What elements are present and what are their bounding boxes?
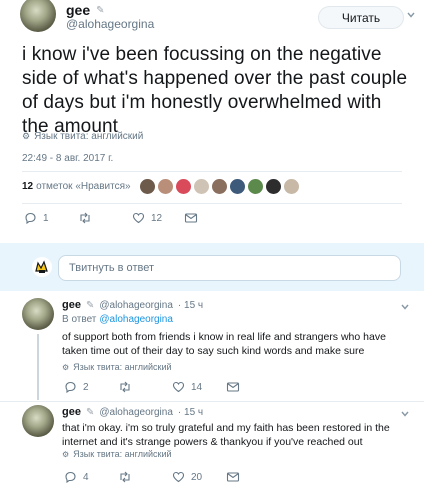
author-handle[interactable]: @alohageorgina: [66, 17, 154, 31]
tweet-timestamp[interactable]: 22:49 - 8 авг. 2017 г.: [22, 153, 113, 164]
divider: [0, 401, 424, 402]
divider: [22, 203, 402, 204]
reply-time[interactable]: · 15 ч: [178, 407, 203, 418]
reply-avatar[interactable]: [22, 405, 54, 437]
reply-count: 4: [83, 471, 89, 483]
like-count: 14: [191, 381, 203, 393]
likes-summary[interactable]: 12 отметок «Нравится»: [22, 181, 131, 192]
like-count: 20: [191, 471, 203, 483]
retweet-icon: [120, 471, 130, 483]
liker-avatar[interactable]: [140, 179, 155, 194]
retweet-action[interactable]: [118, 471, 138, 483]
in-reply-to-prefix: В ответ: [62, 314, 97, 325]
retweet-icon: [80, 212, 90, 224]
like-action[interactable]: 14: [172, 381, 202, 393]
likes-label: отметок «Нравится»: [36, 181, 131, 192]
reply-avatar[interactable]: [22, 298, 54, 330]
reply-text: that i'm okay. i'm so truly grateful and…: [62, 422, 390, 448]
liker-avatar[interactable]: [176, 179, 191, 194]
like-count: 12: [151, 212, 163, 224]
author-avatar[interactable]: [20, 0, 56, 32]
liker-avatar[interactable]: [248, 179, 263, 194]
likes-count: 12: [22, 181, 34, 192]
reply-action[interactable]: 4: [64, 471, 89, 483]
like-action[interactable]: 12: [132, 212, 162, 224]
divider: [22, 171, 402, 172]
heart-icon: [132, 212, 145, 224]
likers-avatars[interactable]: [140, 179, 299, 194]
tweet-language: Язык твита: английский: [34, 131, 144, 142]
heart-icon: [172, 471, 185, 483]
reply-icon: [65, 381, 76, 393]
reply-language-row: ⚙ Язык твита: английский: [62, 449, 172, 459]
follow-button[interactable]: Читать: [318, 6, 404, 29]
reply-author-name[interactable]: gee: [62, 406, 81, 418]
direct-message-icon[interactable]: [184, 212, 198, 224]
globe-icon: ⚙: [62, 449, 70, 459]
thread-line: [37, 334, 39, 400]
liker-avatar[interactable]: [230, 179, 245, 194]
reply-more-chevron-icon[interactable]: [400, 409, 410, 419]
reply-author-handle[interactable]: @alohageorgina: [99, 300, 173, 311]
in-reply-to: В ответ @alohageorgina: [62, 314, 173, 325]
reply-language-row: ⚙ Язык твита: английский: [62, 362, 172, 372]
reply-icon: [65, 471, 76, 483]
globe-icon: ⚙: [62, 362, 70, 372]
reply-count: 1: [43, 212, 49, 224]
author-name[interactable]: gee: [66, 2, 90, 18]
liker-avatar[interactable]: [158, 179, 173, 194]
reply-author-handle[interactable]: @alohageorgina: [99, 407, 173, 418]
reply-text: of support both from friends i know in r…: [62, 331, 386, 357]
direct-message-icon[interactable]: [226, 381, 240, 393]
retweet-icon: [120, 381, 130, 393]
badge-icon: ✎: [85, 406, 95, 418]
current-user-avatar: [32, 257, 52, 277]
tweet-text: i know i've been focussing on the negati…: [22, 44, 408, 137]
badge-icon: ✎: [96, 4, 105, 16]
author-name-row[interactable]: gee ✎: [66, 2, 105, 18]
reply-input[interactable]: Твитнуть в ответ: [58, 255, 401, 281]
reply-more-chevron-icon[interactable]: [400, 302, 410, 312]
reply-language: Язык твита: английский: [73, 449, 172, 459]
retweet-action[interactable]: [78, 212, 98, 224]
reply-header: gee ✎ @alohageorgina · 15 ч: [62, 406, 203, 418]
reply-action[interactable]: 1: [24, 212, 49, 224]
like-action[interactable]: 20: [172, 471, 202, 483]
reply-count: 2: [83, 381, 89, 393]
tweet-language-row: ⚙ Язык твита: английский: [22, 131, 143, 142]
reply-icon: [25, 212, 36, 224]
reply-author-name[interactable]: gee: [62, 299, 81, 311]
more-chevron-icon[interactable]: [406, 10, 416, 20]
liker-avatar[interactable]: [266, 179, 281, 194]
retweet-action[interactable]: [118, 381, 138, 393]
reply-language: Язык твита: английский: [73, 362, 172, 372]
in-reply-to-handle[interactable]: @alohageorgina: [99, 314, 173, 325]
heart-icon: [172, 381, 185, 393]
reply-input-placeholder: Твитнуть в ответ: [69, 262, 154, 274]
liker-avatar[interactable]: [212, 179, 227, 194]
liker-avatar[interactable]: [194, 179, 209, 194]
liker-avatar[interactable]: [284, 179, 299, 194]
reply-time[interactable]: · 15 ч: [178, 300, 203, 311]
direct-message-icon[interactable]: [226, 471, 240, 483]
follow-button-label: Читать: [341, 10, 381, 25]
reply-action[interactable]: 2: [64, 381, 89, 393]
reply-header: gee ✎ @alohageorgina · 15 ч: [62, 299, 203, 311]
globe-icon: ⚙: [22, 131, 31, 141]
badge-icon: ✎: [85, 299, 95, 311]
